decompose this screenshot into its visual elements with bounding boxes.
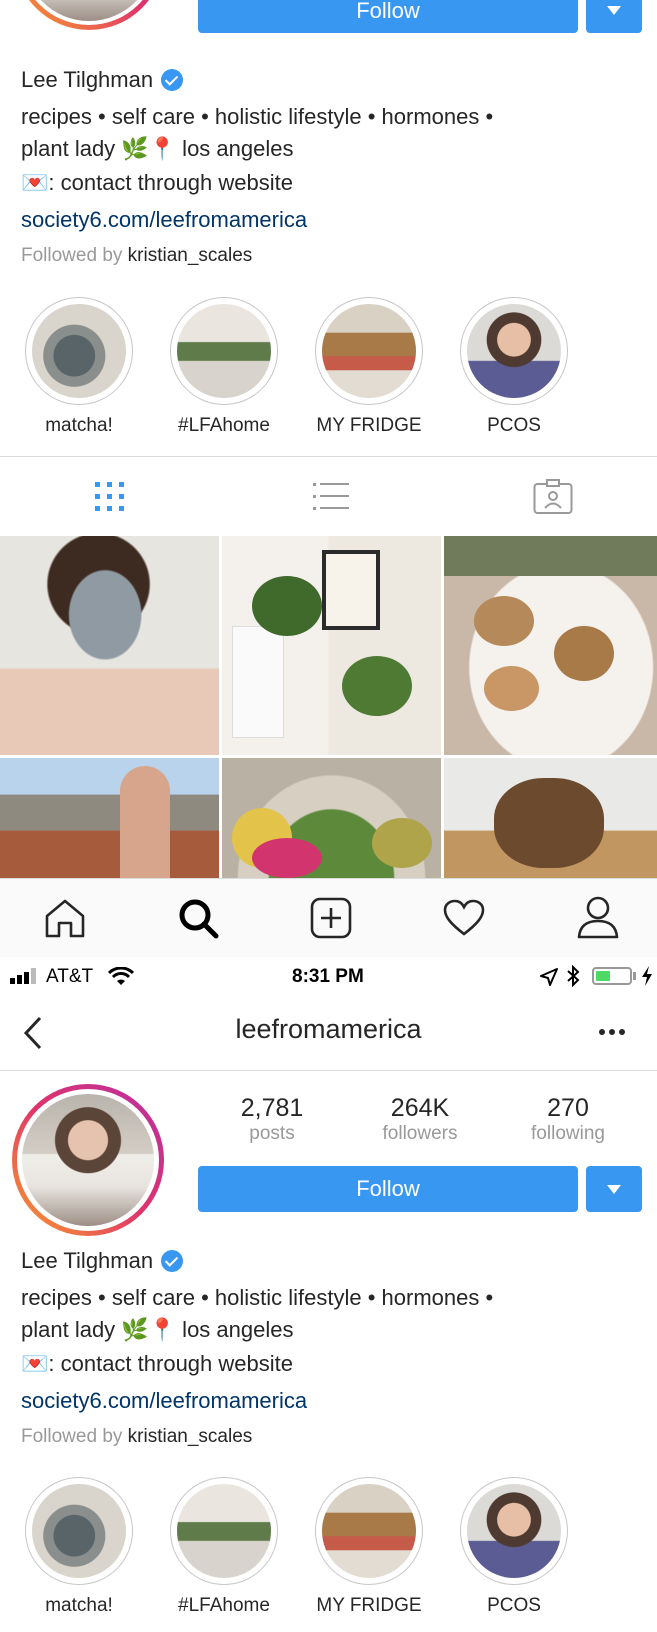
profile-name: Lee Tilghman bbox=[21, 67, 154, 92]
top-bio: recipes • self care • holistic lifestyle… bbox=[21, 101, 641, 199]
home-icon[interactable] bbox=[44, 897, 86, 939]
highlight-lfahome[interactable]: #LFAhome bbox=[170, 1477, 278, 1617]
highlight-label: matcha! bbox=[45, 1595, 113, 1616]
follow-button[interactable]: Follow bbox=[198, 1166, 578, 1212]
followers-stat[interactable]: 264K followers bbox=[346, 1094, 494, 1145]
bio-line: 💌: contact through website bbox=[21, 1351, 293, 1376]
top-highlights: matcha! #LFAhome MY FRIDGE PCOS bbox=[25, 297, 645, 437]
highlight-pcos[interactable]: PCOS bbox=[460, 1477, 568, 1617]
following-stat[interactable]: 270 following bbox=[494, 1094, 642, 1145]
top-follow-button[interactable]: Follow bbox=[198, 0, 578, 33]
follow-dropdown-button[interactable] bbox=[586, 1166, 642, 1212]
profile-tab-bar bbox=[0, 456, 657, 537]
profile-name-row: Lee Tilghman bbox=[21, 1248, 184, 1274]
post-thumbnail[interactable] bbox=[222, 536, 441, 755]
stat-label: followers bbox=[382, 1123, 458, 1144]
highlight-label: MY FRIDGE bbox=[316, 1595, 422, 1616]
post-thumbnail[interactable] bbox=[222, 758, 441, 878]
chevron-down-icon bbox=[607, 1184, 621, 1194]
stat-value: 264K bbox=[390, 1094, 450, 1122]
wifi-icon bbox=[108, 967, 134, 985]
post-thumbnail[interactable] bbox=[0, 758, 219, 878]
bio-line: 💌: contact through website bbox=[21, 170, 293, 195]
bio-line: recipes • self care • holistic lifestyle… bbox=[21, 1285, 494, 1310]
highlight-lfahome[interactable]: #LFAhome bbox=[170, 297, 278, 437]
highlight-my-fridge[interactable]: MY FRIDGE bbox=[315, 1477, 423, 1617]
clock: 8:31 PM bbox=[292, 966, 364, 987]
highlight-label: PCOS bbox=[487, 415, 541, 436]
signal-icon bbox=[10, 968, 42, 984]
charging-bolt-icon bbox=[642, 966, 652, 986]
stat-value: 2,781 bbox=[240, 1094, 304, 1122]
battery-icon bbox=[592, 967, 632, 985]
post-thumbnail[interactable] bbox=[0, 536, 219, 755]
top-follow-dropdown-button[interactable] bbox=[586, 0, 642, 33]
profile-avatar[interactable] bbox=[12, 1084, 164, 1236]
followed-by-prefix: Followed by bbox=[21, 245, 123, 266]
top-name: Lee Tilghman bbox=[21, 67, 184, 93]
profile-name: Lee Tilghman bbox=[21, 1248, 154, 1273]
verified-badge-icon bbox=[161, 1250, 184, 1272]
bottom-nav bbox=[0, 878, 657, 957]
post-thumbnail[interactable] bbox=[444, 536, 657, 755]
activity-heart-icon[interactable] bbox=[443, 899, 485, 937]
bio-line: plant lady 🌿📍 los angeles bbox=[21, 136, 294, 161]
list-view-tab[interactable] bbox=[313, 481, 349, 513]
grid-view-tab[interactable] bbox=[94, 481, 126, 513]
profile-stats: 2,781 posts 264K followers 270 following bbox=[198, 1094, 642, 1154]
chevron-down-icon bbox=[607, 6, 621, 15]
post-grid bbox=[0, 536, 657, 878]
bio-line: plant lady 🌿📍 los angeles bbox=[21, 1317, 294, 1342]
post-thumbnail[interactable] bbox=[444, 758, 657, 878]
profile-bio: recipes • self care • holistic lifestyle… bbox=[21, 1282, 641, 1380]
posts-stat[interactable]: 2,781 posts bbox=[198, 1094, 346, 1145]
highlight-label: MY FRIDGE bbox=[316, 415, 422, 436]
highlight-matcha[interactable]: matcha! bbox=[25, 1477, 133, 1617]
location-arrow-icon bbox=[540, 968, 558, 986]
stat-value: 270 bbox=[547, 1094, 589, 1122]
header-username: leefromamerica bbox=[235, 1014, 422, 1044]
highlight-matcha[interactable]: matcha! bbox=[25, 297, 133, 437]
profile-icon[interactable] bbox=[577, 895, 619, 939]
bio-line: recipes • self care • holistic lifestyle… bbox=[21, 104, 494, 129]
grid-icon bbox=[95, 482, 124, 511]
status-bar: AT&T 8:31 PM bbox=[0, 956, 657, 996]
highlight-label: #LFAhome bbox=[178, 415, 270, 436]
carrier-label: AT&T bbox=[46, 966, 94, 987]
highlight-label: PCOS bbox=[487, 1595, 541, 1616]
top-avatar[interactable] bbox=[14, 0, 164, 30]
highlight-pcos[interactable]: PCOS bbox=[460, 297, 568, 437]
website-link[interactable]: society6.com/leefromamerica bbox=[21, 1388, 307, 1414]
followed-by[interactable]: Followed by kristian_scales bbox=[21, 1426, 252, 1448]
top-followed-by[interactable]: Followed by kristian_scales bbox=[21, 245, 252, 267]
story-highlights: matcha! #LFAhome MY FRIDGE PCOS bbox=[25, 1477, 645, 1627]
bluetooth-icon bbox=[567, 965, 580, 987]
followed-by-prefix: Followed by bbox=[21, 1426, 123, 1447]
stat-label: posts bbox=[249, 1123, 295, 1144]
highlight-my-fridge[interactable]: MY FRIDGE bbox=[315, 297, 423, 437]
top-website-link[interactable]: society6.com/leefromamerica bbox=[21, 207, 307, 233]
add-post-icon[interactable] bbox=[310, 897, 352, 939]
followed-by-user[interactable]: kristian_scales bbox=[128, 1426, 253, 1447]
tagged-view-tab[interactable] bbox=[533, 479, 573, 515]
list-icon bbox=[313, 483, 349, 510]
profile-header: leefromamerica bbox=[0, 996, 657, 1071]
more-options-icon[interactable] bbox=[599, 1029, 625, 1035]
followed-by-user[interactable]: kristian_scales bbox=[128, 245, 253, 266]
highlight-label: matcha! bbox=[45, 415, 113, 436]
verified-badge-icon bbox=[161, 69, 184, 91]
highlight-label: #LFAhome bbox=[178, 1595, 270, 1616]
search-icon[interactable] bbox=[177, 897, 219, 939]
stat-label: following bbox=[531, 1123, 605, 1144]
tagged-person-icon bbox=[533, 479, 573, 514]
